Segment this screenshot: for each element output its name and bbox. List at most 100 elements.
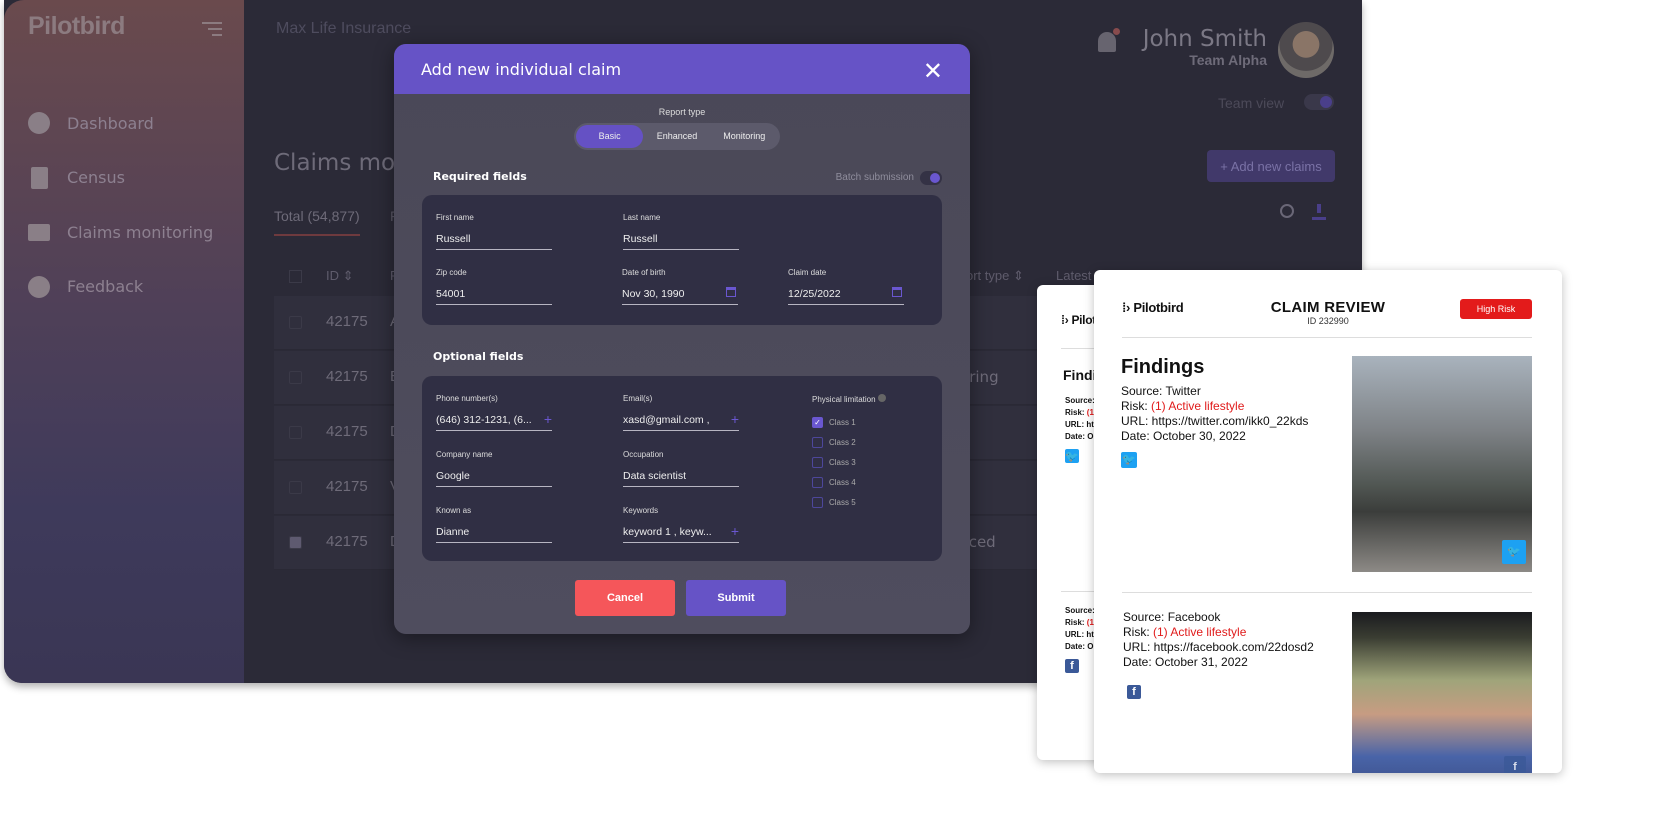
- findings-title: Findings: [1121, 356, 1205, 378]
- column-header-id[interactable]: ID ⇕: [326, 268, 354, 284]
- report-type-selector: Basic Enhanced Monitoring: [574, 123, 780, 150]
- row-checkbox[interactable]: [289, 481, 302, 494]
- row-checkbox[interactable]: [289, 426, 302, 439]
- keywords-field[interactable]: Keywords keyword 1 , keyw... +: [623, 506, 739, 543]
- column-header-report-type[interactable]: ort type ⇕: [966, 268, 1024, 284]
- document-icon: [31, 166, 48, 189]
- logo: Pilotbird: [28, 12, 125, 40]
- report-type-enhanced[interactable]: Enhanced: [643, 125, 710, 148]
- claim-date-field[interactable]: Claim date 12/25/2022: [788, 268, 904, 305]
- search-icon[interactable]: [1280, 204, 1294, 218]
- checkbox[interactable]: ✓: [812, 416, 823, 428]
- info-icon[interactable]: [877, 394, 886, 402]
- submit-button[interactable]: Submit: [686, 580, 786, 616]
- twitter-icon: 🐦: [1502, 540, 1526, 564]
- tab-total[interactable]: Total (54,877): [274, 208, 360, 236]
- batch-submission-label: Batch submission: [835, 172, 914, 183]
- calendar-icon[interactable]: [726, 287, 736, 297]
- sidebar-item-feedback[interactable]: Feedback: [28, 260, 213, 315]
- required-fields-title: Required fields: [433, 170, 527, 183]
- twitter-icon[interactable]: 🐦: [1121, 452, 1137, 468]
- sidebar-item-claims-monitoring[interactable]: Claims monitoring: [28, 205, 213, 260]
- row-checkbox[interactable]: [289, 536, 302, 549]
- finding-twitter: Source: Twitter Risk: (1) Active lifesty…: [1121, 384, 1309, 468]
- sidebar-item-census[interactable]: Census: [28, 151, 213, 206]
- facebook-icon[interactable]: f: [1065, 659, 1079, 673]
- bell-icon[interactable]: [1098, 32, 1116, 52]
- physical-limitation-class[interactable]: Class 5: [812, 492, 886, 512]
- optional-fields-title: Optional fields: [433, 350, 524, 363]
- user-name: John Smith: [1142, 26, 1267, 52]
- report-type-monitoring[interactable]: Monitoring: [711, 125, 778, 148]
- required-fields-card: First name Russell Last name Russell Zip c…: [422, 195, 942, 325]
- sidebar: Pilotbird Dashboard Census Claims monito…: [4, 0, 244, 683]
- findings-back-2: Source: Risk: (1 URL: ht Date: O f: [1065, 606, 1095, 673]
- physical-limitation-group: Physical limitation ✓ Class 1 Class 2 Class…: [812, 394, 886, 512]
- email-field[interactable]: Email(s) xasd@gmail.com , +: [623, 394, 739, 431]
- date-of-birth-field[interactable]: Date of birth Nov 30, 1990: [622, 268, 738, 305]
- physical-limitation-class[interactable]: Class 3: [812, 452, 886, 472]
- batch-submission-toggle[interactable]: [920, 171, 942, 185]
- sidebar-item-label: Feedback: [67, 277, 144, 297]
- checkbox[interactable]: [812, 496, 823, 508]
- zip-code-field[interactable]: Zip code 54001: [436, 268, 552, 305]
- row-checkbox[interactable]: [289, 371, 302, 384]
- avatar[interactable]: [1278, 22, 1334, 78]
- physical-limitation-class[interactable]: Class 2: [812, 432, 886, 452]
- select-all-checkbox[interactable]: [289, 270, 302, 283]
- report-type-label: Report type: [658, 107, 706, 117]
- user-info: John Smith Team Alpha: [1143, 26, 1267, 68]
- dashboard-icon: [28, 112, 50, 135]
- folder-icon: [28, 223, 50, 241]
- checkbox[interactable]: [812, 456, 823, 468]
- page-title: Claims mo: [274, 150, 396, 176]
- claim-review-card: ⁞› Pilotbird CLAIM REVIEW ID 232990 High…: [1094, 270, 1562, 773]
- twitter-icon[interactable]: 🐦: [1065, 449, 1079, 463]
- physical-limitation-class[interactable]: Class 4: [812, 472, 886, 492]
- row-id: 42175: [326, 478, 368, 495]
- company-name-field[interactable]: Company name Google: [436, 450, 552, 487]
- cancel-button[interactable]: Cancel: [575, 580, 675, 616]
- checkbox[interactable]: [812, 476, 823, 488]
- row-id: 42175: [326, 368, 368, 385]
- findings-back-1: Source: Risk: (1 URL: ht Date: O 🐦: [1065, 396, 1095, 463]
- add-new-claims-button[interactable]: + Add new claims: [1207, 150, 1335, 182]
- optional-fields-card: Phone number(s) (646) 312-1231, (6... + Em…: [422, 376, 942, 561]
- facebook-icon[interactable]: f: [1127, 685, 1141, 699]
- add-email-icon[interactable]: +: [731, 411, 739, 427]
- phone-field[interactable]: Phone number(s) (646) 312-1231, (6... +: [436, 394, 552, 431]
- column-header-latest[interactable]: Latest: [1056, 268, 1091, 283]
- download-icon[interactable]: [1312, 204, 1326, 220]
- row-id: 42175: [326, 313, 368, 330]
- modal-header: Add new individual claim: [394, 44, 970, 94]
- physical-limitation-class[interactable]: ✓ Class 1: [812, 412, 886, 432]
- sidebar-item-label: Dashboard: [67, 113, 154, 133]
- menu-icon[interactable]: [202, 18, 222, 40]
- chat-bubble-icon: [28, 275, 50, 298]
- facebook-icon: f: [1504, 756, 1526, 773]
- user-team: Team Alpha: [1189, 52, 1267, 68]
- row-checkbox[interactable]: [289, 316, 302, 329]
- finding-facebook: Source: Facebook Risk: (1) Active lifest…: [1123, 610, 1314, 699]
- sidebar-item-label: Census: [67, 168, 125, 188]
- notification-dot: [1113, 28, 1120, 35]
- sidebar-item-label: Claims monitoring: [67, 222, 214, 242]
- occupation-field[interactable]: Occupation Data scientist: [623, 450, 739, 487]
- facebook-photo[interactable]: f: [1352, 612, 1532, 773]
- add-phone-icon[interactable]: +: [544, 411, 552, 427]
- twitter-photo[interactable]: 🐦: [1352, 356, 1532, 572]
- close-icon[interactable]: ✕: [923, 57, 943, 86]
- high-risk-badge: High Risk: [1460, 299, 1532, 319]
- add-keyword-icon[interactable]: +: [731, 523, 739, 539]
- calendar-icon[interactable]: [892, 287, 902, 297]
- add-claim-modal: Add new individual claim ✕ Report type B…: [394, 44, 970, 634]
- report-type-basic[interactable]: Basic: [576, 125, 644, 148]
- physical-limitation-label: Physical limitation: [812, 395, 876, 404]
- team-view-toggle[interactable]: [1304, 94, 1334, 110]
- last-name-field[interactable]: Last name Russell: [623, 213, 739, 250]
- company-name: Max Life Insurance: [276, 20, 412, 37]
- known-as-field[interactable]: Known as Dianne: [436, 506, 552, 543]
- first-name-field[interactable]: First name Russell: [436, 213, 552, 250]
- checkbox[interactable]: [812, 436, 823, 448]
- sidebar-item-dashboard[interactable]: Dashboard: [28, 96, 213, 151]
